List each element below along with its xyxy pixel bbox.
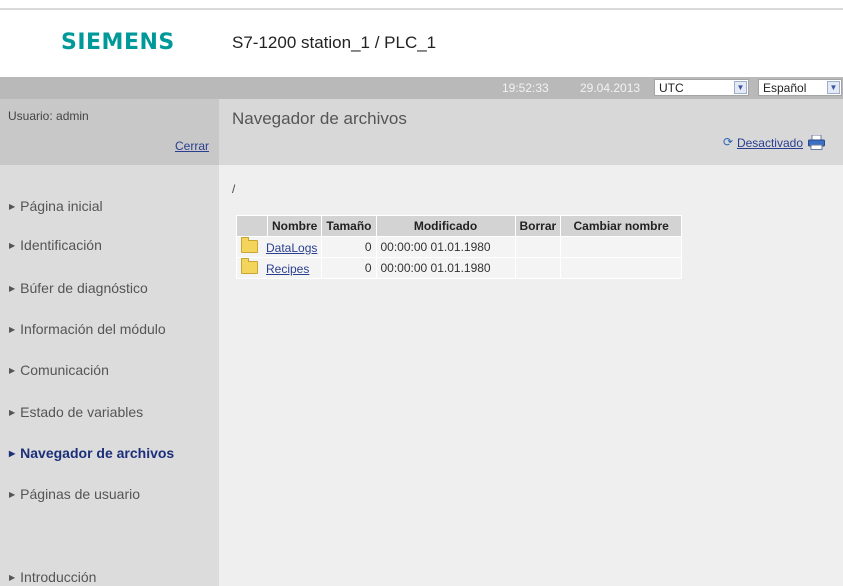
page-header: Navegador de archivos ⟳ Desactivado (219, 99, 843, 165)
sidebar-item-estado-variables[interactable]: ▶ Estado de variables (0, 404, 219, 420)
column-header-name[interactable]: Nombre (266, 215, 323, 237)
folder-icon (241, 257, 258, 274)
sidebar-item-bufer-diagnostico[interactable]: ▶ Búfer de diagnóstico (0, 280, 219, 296)
sidebar-item-label: Página inicial (20, 198, 103, 214)
siemens-logo: SIEMENS (61, 30, 175, 55)
language-value: Español (763, 81, 807, 95)
sidebar-item-label: Búfer de diagnóstico (20, 280, 148, 296)
user-label: Usuario: admin (8, 109, 89, 123)
top-divider (0, 8, 843, 10)
folder-link[interactable]: DataLogs (266, 241, 317, 255)
table-row: Recipes 0 00:00:00 01.01.1980 (235, 257, 683, 279)
current-path: / (232, 182, 236, 196)
sidebar-item-label: Navegador de archivos (20, 445, 175, 461)
timezone-select[interactable]: UTC ▼ (654, 79, 749, 96)
sidebar-item-pagina-inicial[interactable]: ▶ Página inicial (0, 198, 219, 214)
file-rename-cell (560, 257, 683, 279)
triangle-right-icon: ▶ (9, 325, 16, 334)
triangle-right-icon: ▶ (9, 366, 16, 375)
sidebar-item-introduccion[interactable]: ▶ Introducción (0, 569, 219, 585)
file-name-cell: Recipes (235, 257, 323, 279)
language-select[interactable]: Español ▼ (758, 79, 842, 96)
chevron-down-icon[interactable]: ▼ (734, 81, 747, 94)
triangle-right-icon: ▶ (9, 284, 16, 293)
sidebar-item-label: Identificación (20, 237, 102, 253)
logout-link[interactable]: Cerrar (175, 139, 209, 153)
top-status-bar: 19:52:33 29.04.2013 UTC ▼ Español ▼ (0, 77, 843, 99)
column-header-size[interactable]: Tamaño (321, 215, 377, 237)
file-size-cell: 0 (321, 236, 377, 258)
sidebar: Usuario: admin Cerrar ▶ Página inicial ▶ I… (0, 99, 219, 586)
sidebar-item-identificacion[interactable]: ▶ Identificación (0, 237, 219, 253)
sidebar-item-comunicacion[interactable]: ▶ Comunicación (0, 362, 219, 378)
printer-icon[interactable] (808, 135, 825, 150)
file-table: Nombre Tamaño Modificado Borrar Cambiar … (235, 215, 683, 279)
column-header-rename: Cambiar nombre (560, 215, 683, 237)
main-content: Navegador de archivos ⟳ Desactivado / No… (219, 99, 843, 586)
file-delete-cell (514, 236, 562, 258)
column-header-modified[interactable]: Modificado (375, 215, 516, 237)
page-title: Navegador de archivos (232, 109, 407, 128)
file-modified-cell: 00:00:00 01.01.1980 (375, 236, 516, 258)
clock-time: 19:52:33 (502, 81, 549, 95)
chevron-down-icon[interactable]: ▼ (827, 81, 840, 94)
sidebar-item-paginas-usuario[interactable]: ▶ Páginas de usuario (0, 486, 219, 502)
sidebar-item-label: Introducción (20, 569, 97, 585)
triangle-right-icon: ▶ (9, 408, 16, 417)
clock-date: 29.04.2013 (580, 81, 641, 95)
refresh-status-link[interactable]: Desactivado (737, 136, 803, 150)
table-row: DataLogs 0 00:00:00 01.01.1980 (235, 236, 683, 258)
file-modified-cell: 00:00:00 01.01.1980 (375, 257, 516, 279)
column-header-delete: Borrar (514, 215, 562, 237)
sidebar-item-informacion-modulo[interactable]: ▶ Información del módulo (0, 321, 219, 337)
station-title: S7-1200 station_1 / PLC_1 (232, 33, 437, 52)
refresh-icon[interactable]: ⟳ (723, 136, 735, 148)
triangle-right-icon: ▶ (9, 573, 16, 582)
triangle-right-icon: ▶ (9, 490, 16, 499)
triangle-right-icon: ▶ (9, 449, 16, 458)
timezone-value: UTC (659, 81, 684, 95)
sidebar-item-navegador-archivos[interactable]: ▶ Navegador de archivos (0, 445, 219, 461)
sidebar-item-label: Páginas de usuario (20, 486, 141, 502)
file-rename-cell (560, 236, 683, 258)
icon-column-header (236, 215, 268, 237)
file-size-cell: 0 (321, 257, 377, 279)
sidebar-item-label: Estado de variables (20, 404, 144, 420)
triangle-right-icon: ▶ (9, 241, 16, 250)
file-delete-cell (514, 257, 562, 279)
folder-link[interactable]: Recipes (266, 262, 309, 276)
user-box: Usuario: admin Cerrar (0, 99, 219, 165)
folder-icon (241, 236, 258, 253)
file-name-cell: DataLogs (235, 236, 323, 258)
triangle-right-icon: ▶ (9, 202, 16, 211)
sidebar-item-label: Información del módulo (20, 321, 166, 337)
sidebar-item-label: Comunicación (20, 362, 109, 378)
table-header-row: Nombre Tamaño Modificado Borrar Cambiar … (236, 215, 683, 237)
